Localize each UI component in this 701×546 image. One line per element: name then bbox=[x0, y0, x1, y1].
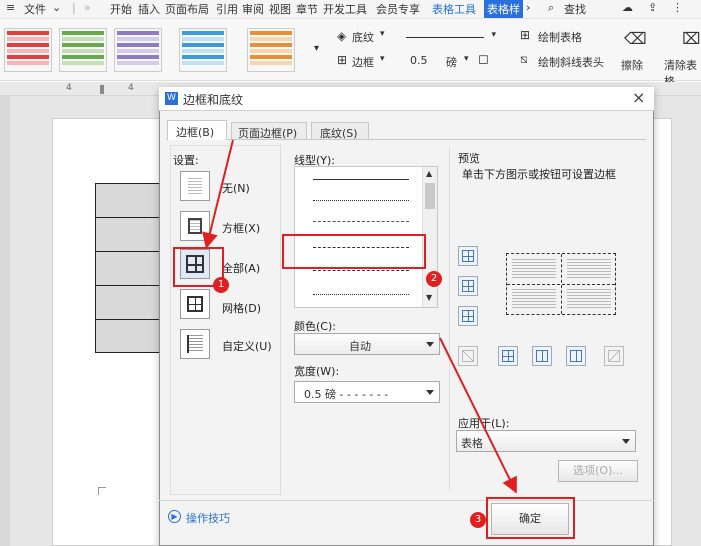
annotation-arrows bbox=[202, 139, 517, 494]
arrow-1 bbox=[202, 139, 234, 249]
arrow-2 bbox=[439, 337, 517, 494]
